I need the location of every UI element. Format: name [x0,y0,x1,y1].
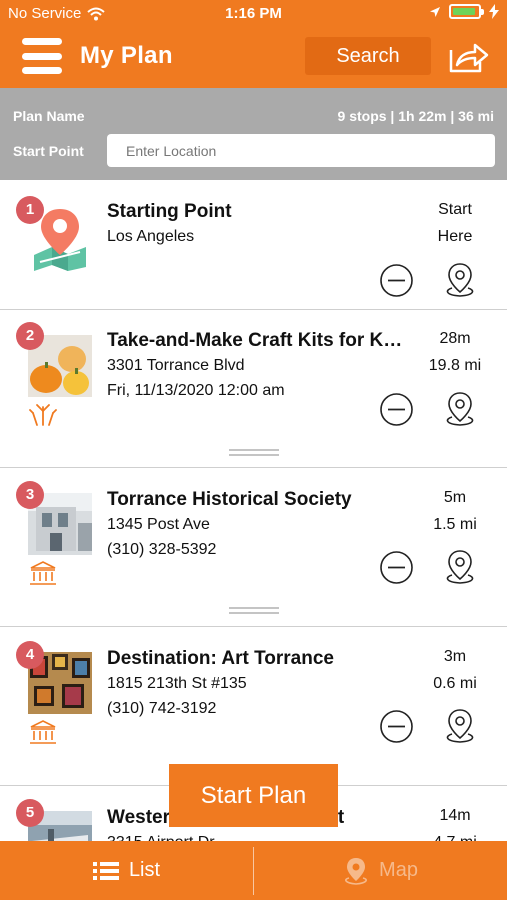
museum-icon [30,561,56,585]
stop-item[interactable]: 2 Take-and-Make Craft Kits for Kids 3301… [0,310,507,468]
tab-map[interactable]: Map [254,841,507,900]
stop-address: 3301 Torrance Blvd [107,357,245,374]
stop-distance: 1.5 mi [433,516,477,533]
stop-number-badge: 2 [16,322,44,350]
stop-time: 14m [439,807,471,824]
plan-stats: 9 stops | 1h 22m | 36 mi [337,108,494,124]
stop-time: Start [438,201,472,218]
tab-map-label: Map [379,859,418,881]
battery-icon [449,4,484,19]
hamburger-menu-icon[interactable] [22,38,62,74]
map-pin-icon [345,857,367,885]
map-location-icon[interactable] [442,261,478,299]
stop-name[interactable]: Starting Point [107,201,407,223]
page-title: My Plan [80,42,173,69]
stop-phone: (310) 328-5392 [107,541,217,558]
stop-item[interactable]: 1 Starting Point Los Angeles Start Here [0,181,507,310]
status-bar: No Service 1:16 PM [0,0,507,28]
tab-list-label: List [128,859,161,881]
map-location-icon[interactable] [442,390,478,428]
start-location-input[interactable] [107,134,495,167]
charging-bolt-icon [489,4,499,19]
tab-list[interactable]: List [0,841,253,900]
start-point-label: Start Point [13,143,84,159]
status-right [429,4,499,19]
stop-name[interactable]: Take-and-Make Craft Kits for Kids [107,330,407,352]
map-location-icon[interactable] [442,548,478,586]
list-icon [92,861,119,880]
stop-distance: 0.6 mi [433,675,477,692]
stop-phone: (310) 742-3192 [107,700,217,717]
stop-address: 1815 213th St #135 [107,675,247,692]
share-icon[interactable] [448,40,490,74]
stop-item[interactable]: 3 Torrance Historical Society 1345 Post … [0,468,507,627]
search-button[interactable]: Search [305,37,431,75]
drag-handle[interactable] [229,607,279,615]
stop-name[interactable]: Torrance Historical Society [107,489,407,511]
stop-number-badge: 3 [16,481,44,509]
plan-name-label: Plan Name [13,108,85,124]
stop-date: Fri, 11/13/2020 12:00 am [107,382,285,399]
museum-icon [30,720,56,744]
remove-stop-icon[interactable] [379,392,414,427]
stop-name[interactable]: Destination: Art Torrance [107,648,407,670]
stop-number-badge: 1 [16,196,44,224]
start-plan-button[interactable]: Start Plan [169,764,338,827]
stop-number-badge: 4 [16,641,44,669]
remove-stop-icon[interactable] [379,263,414,298]
location-arrow-icon [430,6,440,17]
stop-time: 5m [443,489,467,506]
stop-address: 1345 Post Ave [107,516,210,533]
stop-item[interactable]: 4 Destination: Art Torrance 1815 213th S… [0,627,507,786]
bottom-tab-bar: List Map [0,841,507,900]
remove-stop-icon[interactable] [379,709,414,744]
stop-time: 28m [439,330,471,347]
plan-info-panel: Plan Name 9 stops | 1h 22m | 36 mi Start… [0,88,507,180]
stop-time: 3m [443,648,467,665]
app-header: My Plan Search [0,28,507,88]
fireworks-icon [29,404,57,426]
stop-distance: Here [437,228,473,245]
remove-stop-icon[interactable] [379,550,414,585]
map-location-icon[interactable] [442,707,478,745]
drag-handle[interactable] [229,449,279,457]
stop-distance: 19.8 mi [428,357,482,374]
stop-number-badge: 5 [16,799,44,827]
stop-address: Los Angeles [107,228,195,245]
